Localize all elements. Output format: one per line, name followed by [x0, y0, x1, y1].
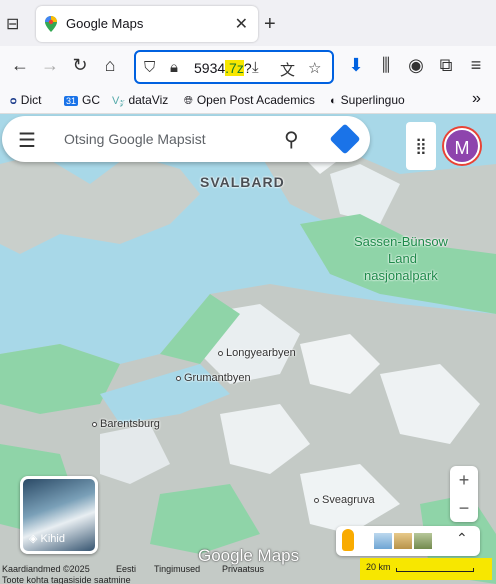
- layers-label-text: Kihid: [40, 533, 65, 545]
- search-box[interactable]: ☰ Otsing Google Mapsist ⚲: [2, 116, 370, 162]
- pegman-icon[interactable]: [342, 529, 354, 551]
- scale-label: 20 km: [366, 562, 391, 572]
- avatar[interactable]: M: [444, 128, 480, 164]
- navigation-bar: ← → ↻ ⌂ ⛉ 🔒︎ 5934.7z? ⤓ 文 ☆ ⬇ ⫼ ◉ ⧉ ≡: [0, 46, 496, 88]
- tab-overview-icon[interactable]: ⊟: [6, 14, 19, 34]
- bookmark-star-icon[interactable]: ☆: [308, 59, 321, 77]
- reload-icon[interactable]: ↻: [68, 55, 92, 76]
- place-dot-icon: [314, 497, 319, 503]
- zoom-in-button[interactable]: +: [450, 466, 478, 494]
- bookmark-gc[interactable]: 31 GC: [64, 93, 100, 107]
- imagery-thumb-1[interactable]: [374, 533, 392, 549]
- tab-title: Google Maps: [66, 16, 144, 31]
- map-label-grumantbyen-text: Grumantbyen: [184, 372, 251, 384]
- footer-terms[interactable]: Tingimused: [154, 564, 200, 574]
- map-label-park-2[interactable]: Land: [388, 251, 417, 266]
- bookmarks-overflow-icon[interactable]: »: [472, 90, 481, 108]
- home-icon[interactable]: ⌂: [98, 55, 122, 76]
- expand-chevron-icon[interactable]: ⌃: [456, 530, 468, 547]
- directions-icon[interactable]: [329, 123, 361, 155]
- map-label-svalbard[interactable]: SVALBARD: [200, 174, 285, 190]
- footer-feedback[interactable]: Toote kohta tagasiside saatmine: [2, 575, 131, 584]
- superlinguo-icon: ◐: [330, 95, 337, 107]
- map-label-longyearbyen-text: Longyearbyen: [226, 347, 296, 359]
- place-dot-icon: [92, 421, 97, 427]
- dict-icon: ᴑ: [10, 95, 17, 107]
- map-label-sveagruva[interactable]: Sveagruva: [314, 494, 375, 506]
- new-tab-icon[interactable]: +: [264, 13, 276, 36]
- url-tail: ?: [243, 60, 252, 76]
- footer-map-data: Kaardiandmed ©2025: [2, 564, 90, 574]
- search-icon[interactable]: ⚲: [284, 127, 299, 152]
- zoom-control: + −: [450, 466, 478, 522]
- apps-grid-icon[interactable]: ⣿: [406, 122, 436, 170]
- google-maps-favicon-icon: [45, 16, 57, 32]
- map-label-grumantbyen[interactable]: Grumantbyen: [176, 372, 251, 384]
- footer-privacy[interactable]: Privaatsus: [222, 564, 264, 574]
- shield-icon[interactable]: ⛉: [144, 59, 155, 76]
- hamburger-menu-icon[interactable]: ☰: [18, 128, 36, 153]
- bookmark-dataviz[interactable]: V𝓏 dataViz: [112, 93, 168, 108]
- bookmark-opa-label: Open Post Academics: [196, 93, 315, 107]
- scale-line: [396, 568, 474, 572]
- translate-icon[interactable]: 文: [280, 59, 295, 80]
- url-bar[interactable]: ⛉ 🔒︎ 5934.7z? ⤓ 文 ☆: [134, 50, 334, 84]
- url-highlight: .7z: [225, 60, 244, 76]
- forward-icon[interactable]: →: [38, 55, 62, 76]
- url-text[interactable]: 5934.7z?: [194, 60, 252, 76]
- active-tab[interactable]: Google Maps ✕: [36, 6, 258, 42]
- map-label-park-1[interactable]: Sassen-Bünsow: [354, 234, 448, 249]
- calendar-icon: 31: [64, 96, 79, 106]
- map-label-barentsburg[interactable]: Barentsburg: [92, 418, 160, 430]
- bookmark-dataviz-label: dataViz: [128, 93, 169, 107]
- zoom-out-button[interactable]: −: [450, 494, 478, 522]
- download-page-icon[interactable]: ⤓: [252, 59, 259, 76]
- library-icon[interactable]: ⫼: [374, 55, 398, 76]
- place-dot-icon: [176, 375, 181, 381]
- map-tools-bar: ⌃: [336, 526, 480, 556]
- downloads-icon[interactable]: ⬇: [344, 55, 368, 76]
- map-label-barentsburg-text: Barentsburg: [100, 418, 160, 430]
- footer-language[interactable]: Eesti: [116, 564, 136, 574]
- layers-button[interactable]: ◈ Kihid: [20, 476, 98, 554]
- map-label-sveagruva-text: Sveagruva: [322, 494, 375, 506]
- search-input[interactable]: Otsing Google Mapsist: [64, 131, 206, 147]
- imagery-thumb-3[interactable]: [414, 533, 432, 549]
- bookmark-open-post-academics[interactable]: 🌐︎ Open Post Academics: [184, 93, 315, 108]
- layers-label: ◈ Kihid: [29, 532, 65, 545]
- tab-strip: ⊟ Google Maps ✕ +: [0, 0, 496, 46]
- map-label-park-3[interactable]: nasjonalpark: [364, 268, 438, 283]
- bookmark-dict-label: Dict: [20, 93, 42, 107]
- bookmark-superlinguo-label: Superlinguo: [340, 93, 405, 107]
- imagery-thumb-2[interactable]: [394, 533, 412, 549]
- bookmark-gc-label: GC: [82, 93, 101, 107]
- map-label-longyearbyen[interactable]: Longyearbyen: [218, 347, 296, 359]
- url-fragment: 5934: [194, 60, 226, 76]
- extensions-icon[interactable]: ⧉: [434, 55, 458, 76]
- viz-icon: V𝓏: [112, 95, 125, 107]
- globe-icon: 🌐︎: [184, 95, 193, 107]
- back-icon[interactable]: ←: [8, 55, 32, 76]
- bookmark-dict[interactable]: ᴑ Dict: [10, 93, 41, 107]
- bookmarks-bar: ᴑ Dict 31 GC V𝓏 dataViz 🌐︎ Open Post Academi…: [0, 88, 496, 114]
- tab-close-icon[interactable]: ✕: [235, 14, 248, 34]
- scale-bar[interactable]: 20 km: [360, 558, 492, 580]
- place-dot-icon: [218, 350, 223, 356]
- menu-icon[interactable]: ≡: [464, 55, 488, 76]
- bookmark-superlinguo[interactable]: ◐ Superlinguo: [330, 93, 405, 107]
- account-icon[interactable]: ◉: [404, 55, 428, 76]
- layers-icon: ◈: [29, 533, 41, 545]
- map-canvas[interactable]: SVALBARD Sassen-Bünsow Land nasjonalpark…: [0, 114, 496, 584]
- lock-icon[interactable]: 🔒︎: [170, 59, 178, 76]
